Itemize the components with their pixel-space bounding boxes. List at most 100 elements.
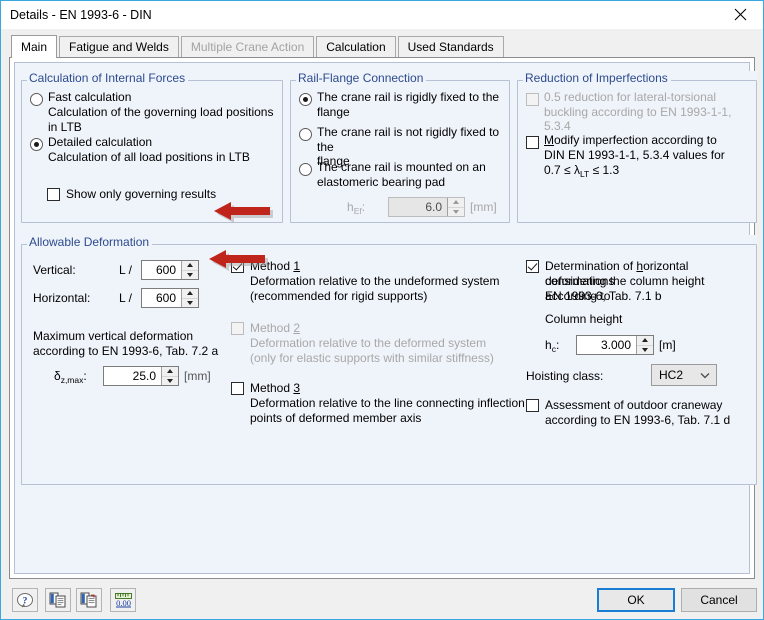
group-title-rail-flange: Rail-Flange Connection <box>296 71 427 85</box>
spinner-up-icon[interactable] <box>162 367 178 377</box>
label-modify-imperfection-line3: 0.7 ≤ λLT ≤ 1.3 <box>544 163 620 179</box>
spinner-horizontal-ratio[interactable] <box>181 289 198 307</box>
checkbox-determination-horizontal-deformations[interactable] <box>526 260 539 273</box>
description-method-2: Deformation relative to the deformed sys… <box>250 336 494 365</box>
description-method-3: Deformation relative to the line connect… <box>250 396 525 425</box>
field-delta-z-max-value: 25.0 <box>132 369 156 383</box>
checkbox-assessment-outdoor-craneway[interactable] <box>526 399 539 412</box>
radio-detailed-calculation[interactable] <box>30 138 43 151</box>
spinner-down-icon <box>448 208 464 217</box>
tab-fatigue-and-welds[interactable]: Fatigue and Welds <box>59 36 179 57</box>
radio-rail-rigidly-fixed[interactable] <box>299 93 312 106</box>
label-fast-calculation: Fast calculation <box>48 90 132 104</box>
spinner-h-ef <box>447 198 464 216</box>
group-title-internal-forces: Calculation of Internal Forces <box>27 71 189 85</box>
checkbox-show-only-governing-results[interactable] <box>47 188 60 201</box>
group-rail-flange-connection: Rail-Flange Connection The crane rail is… <box>290 71 510 223</box>
label-detailed-calculation: Detailed calculation <box>48 135 153 149</box>
radio-rail-not-rigidly-fixed[interactable] <box>299 128 312 141</box>
radio-fast-calculation[interactable] <box>30 93 43 106</box>
ok-button[interactable]: OK <box>597 588 675 612</box>
chevron-down-icon <box>698 372 712 379</box>
copy-settings-icon[interactable] <box>45 588 71 612</box>
radio-rail-elastomeric-pad[interactable] <box>299 163 312 176</box>
label-rail-rigidly-fixed: The crane rail is rigidly fixed to the f… <box>317 90 500 119</box>
label-vertical: Vertical: <box>33 263 76 277</box>
prefix-vertical: L / <box>119 263 132 277</box>
note-maximum-vertical-deformation: Maximum vertical deformation according t… <box>33 329 219 358</box>
label-method-1: Method 1 <box>250 259 301 273</box>
group-body: The crane rail is rigidly fixed to the f… <box>290 87 510 223</box>
group-title-imperfections: Reduction of Imperfections <box>523 71 671 85</box>
details-dialog: Details - EN 1993-6 - DIN Main Fatigue a… <box>0 0 764 620</box>
spinner-down-icon[interactable] <box>182 299 198 308</box>
select-hoisting-class[interactable]: HC2 <box>651 364 717 386</box>
unit-column-height: [m] <box>659 338 676 352</box>
unit-delta-z-max: [mm] <box>184 369 211 383</box>
window-title: Details - EN 1993-6 - DIN <box>10 8 152 22</box>
label-outdoor-line2: according to EN 1993-6, Tab. 7.1 d <box>545 413 731 427</box>
label-h-ef: hEf: <box>347 200 366 216</box>
checkbox-half-reduction-lateral-torsional <box>526 93 539 106</box>
spinner-down-icon[interactable] <box>182 271 198 280</box>
group-body: Vertical: L / 600 Horizontal: L / 600 Ma… <box>21 251 757 485</box>
group-reduction-of-imperfections: Reduction of Imperfections 0.5 reduction… <box>517 71 757 223</box>
paste-settings-icon[interactable] <box>76 588 102 612</box>
tab-main[interactable]: Main <box>11 35 58 58</box>
field-horizontal-ratio-value: 600 <box>155 291 176 305</box>
label-determination-line3: EN 1993-6, Tab. 7.1 b <box>545 289 662 303</box>
description-detailed-calculation: Calculation of all load positions in LTB <box>48 150 250 164</box>
label-horizontal: Horizontal: <box>33 291 91 305</box>
label-method-3: Method 3 <box>250 381 301 395</box>
description-fast-calculation: Calculation of the governing load positi… <box>48 105 274 134</box>
tab-used-standards[interactable]: Used Standards <box>397 36 504 57</box>
group-allowable-deformation: Allowable Deformation Vertical: L / 600 … <box>21 235 757 485</box>
label-modify-imperfection-line2: DIN EN 1993-1-1, 5.3.4 values for <box>544 148 725 162</box>
label-half-reduction-lateral-torsional: 0.5 reduction for lateral-torsional buck… <box>544 90 732 133</box>
checkbox-modify-imperfection[interactable] <box>526 136 539 149</box>
label-delta-z-max: δz,max: <box>54 369 87 385</box>
label-column-height: hc: <box>545 338 560 354</box>
unit-h-ef: [mm] <box>470 200 497 214</box>
field-h-ef: 6.0 <box>388 197 465 217</box>
units-icon[interactable]: 0.00 <box>110 588 136 612</box>
field-column-height-value: 3.000 <box>600 338 631 352</box>
cancel-button[interactable]: Cancel <box>681 588 757 612</box>
title-bar: Details - EN 1993-6 - DIN <box>1 1 763 29</box>
svg-text:?: ? <box>23 597 28 607</box>
spinner-up-icon[interactable] <box>637 336 653 346</box>
dialog-footer: ? 0.00 OK Cancel <box>1 579 763 619</box>
checkbox-method-3[interactable] <box>231 382 244 395</box>
select-hoisting-class-value: HC2 <box>659 368 684 382</box>
spinner-vertical-ratio[interactable] <box>181 261 198 279</box>
spinner-up-icon[interactable] <box>182 261 198 271</box>
field-vertical-ratio-value: 600 <box>155 263 176 277</box>
accel-key-m: M <box>544 133 554 147</box>
checkbox-method-1[interactable] <box>231 260 244 273</box>
spinner-delta-z-max[interactable] <box>161 367 178 385</box>
tab-strip: Main Fatigue and Welds Multiple Crane Ac… <box>11 33 763 58</box>
spinner-down-icon[interactable] <box>162 377 178 386</box>
tab-page-main: Calculation of Internal Forces Fast calc… <box>9 57 757 579</box>
label-modify-rest: odify imperfection according to <box>554 133 717 147</box>
label-show-only-governing-results: Show only governing results <box>66 187 217 201</box>
spinner-down-icon[interactable] <box>637 346 653 355</box>
spinner-column-height[interactable] <box>636 336 653 354</box>
field-vertical-ratio[interactable]: 600 <box>141 260 199 280</box>
prefix-horizontal: L / <box>119 291 132 305</box>
help-icon[interactable]: ? <box>12 588 38 612</box>
checkbox-method-2 <box>231 322 244 335</box>
description-method-1: Deformation relative to the undeformed s… <box>250 274 500 303</box>
label-method-2: Method 2 <box>250 321 301 335</box>
label-rail-elastomeric-pad: The crane rail is mounted on an elastome… <box>317 160 486 189</box>
label-hoisting-class: Hoisting class: <box>526 369 604 383</box>
group-body: Fast calculation Calculation of the gove… <box>21 87 283 223</box>
spinner-up-icon[interactable] <box>182 289 198 299</box>
field-delta-z-max[interactable]: 25.0 <box>103 366 179 386</box>
tab-calculation[interactable]: Calculation <box>316 36 396 57</box>
spinner-up-icon <box>448 198 464 208</box>
field-horizontal-ratio[interactable]: 600 <box>141 288 199 308</box>
field-column-height[interactable]: 3.000 <box>576 335 654 355</box>
close-icon[interactable] <box>718 1 763 28</box>
group-body: 0.5 reduction for lateral-torsional buck… <box>517 87 757 223</box>
